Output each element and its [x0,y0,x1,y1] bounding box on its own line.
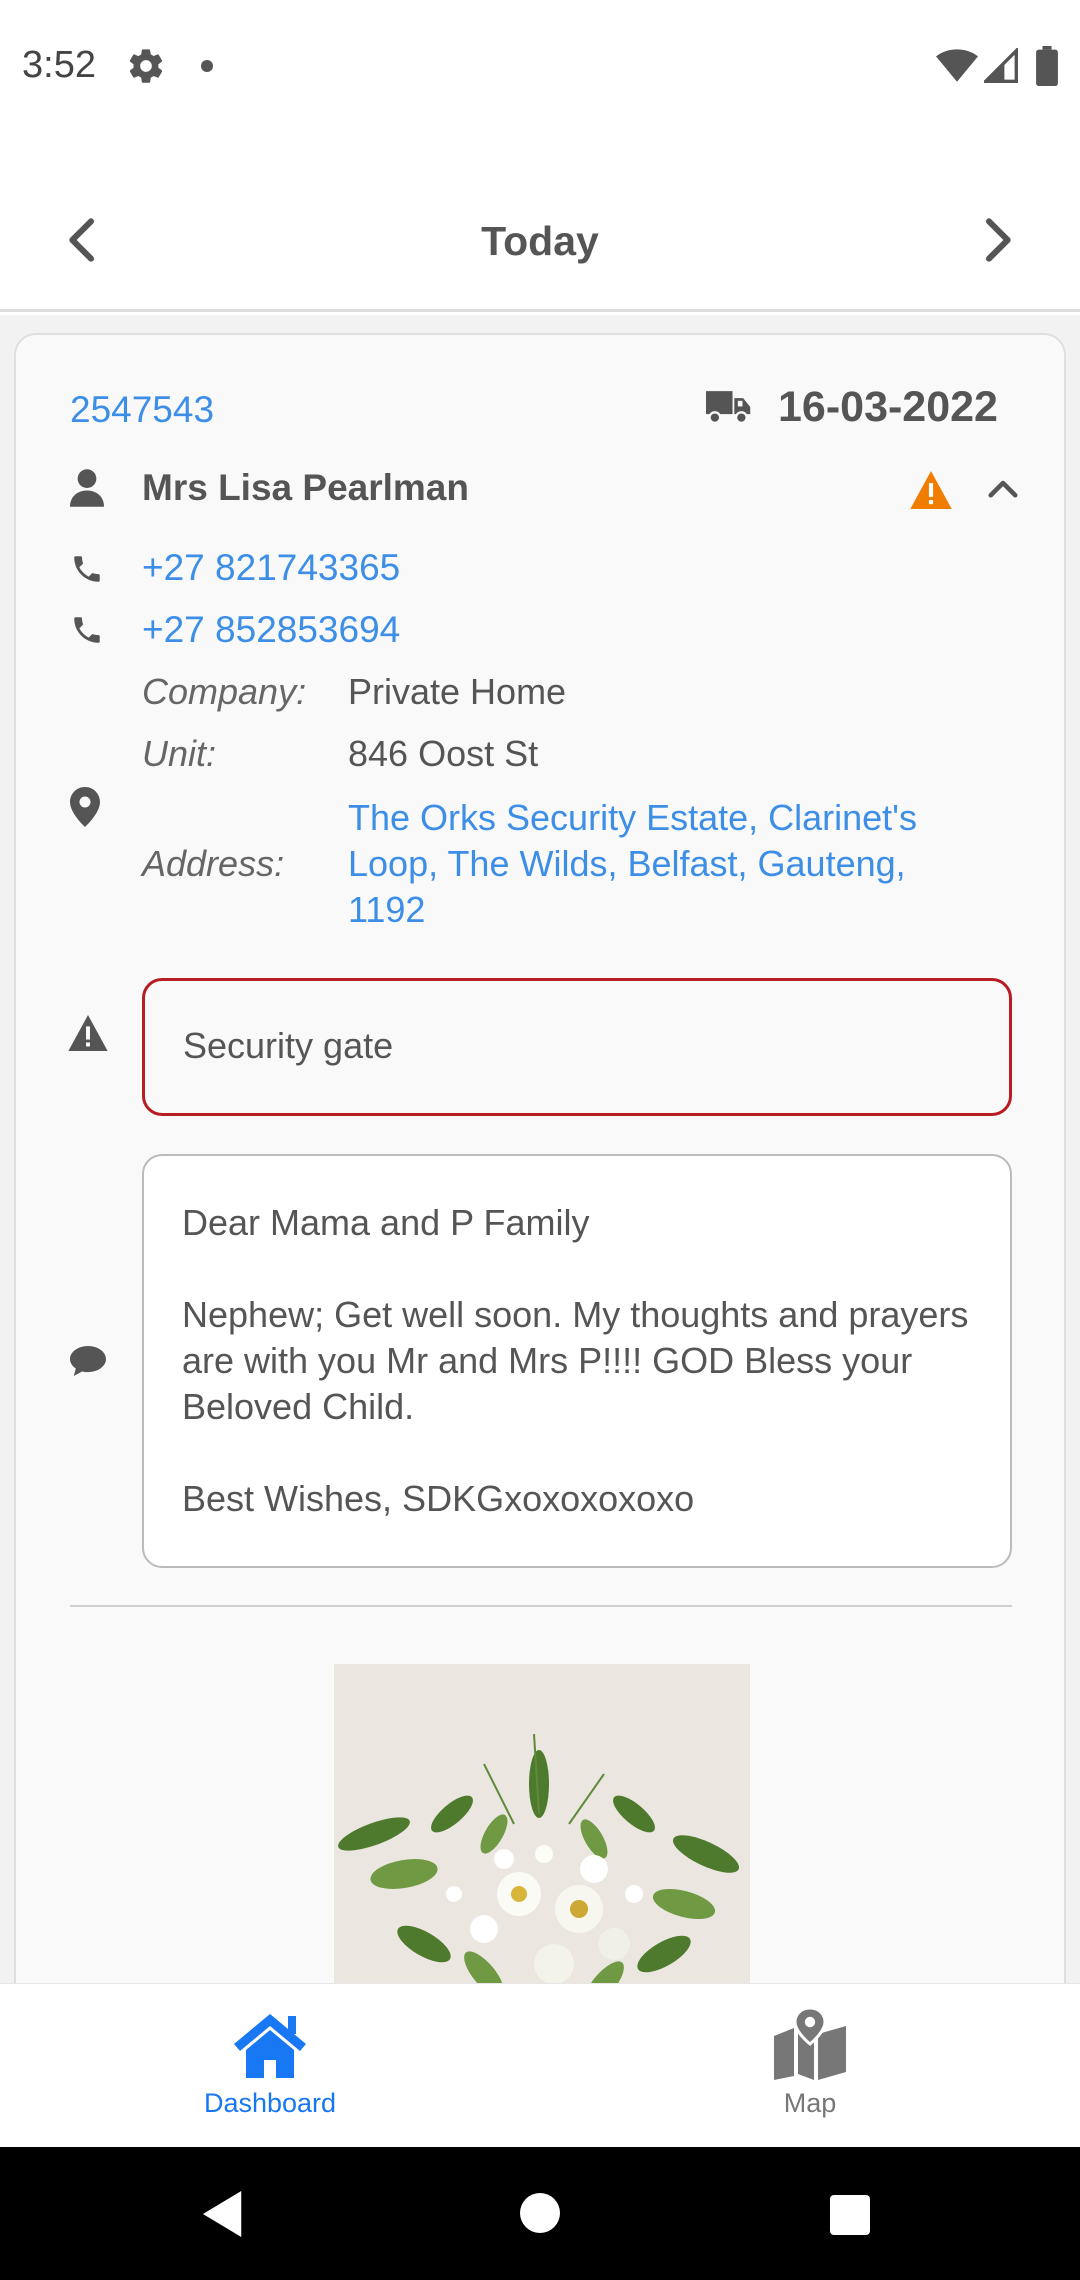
unit-label: Unit: [142,733,217,774]
gear-icon [129,49,163,83]
flower-bouquet-image [334,1664,750,1983]
wifi-icon [936,49,978,82]
address-link[interactable]: The Orks Security Estate, Clarinet's Loo… [348,795,988,933]
date-header: Today [0,170,1080,312]
notification-dot-icon [201,60,213,72]
phone-icon [74,617,100,643]
delivery-instruction-box: Security gate [142,978,1012,1116]
phone-icon [74,556,100,582]
home-button-icon[interactable] [520,2193,560,2233]
warning-icon [68,1015,108,1051]
page-title: Today [481,218,599,264]
nav-map[interactable]: Map [540,1984,1080,2148]
map-icon [774,2008,846,2080]
nav-map-label: Map [783,2088,837,2118]
phone-number-link[interactable]: +27 852853694 [142,609,400,651]
status-bar: 3:52 [0,0,1080,134]
nav-dashboard[interactable]: Dashboard [0,1984,540,2148]
warning-icon[interactable] [910,471,952,509]
battery-icon [1036,46,1058,86]
home-icon [234,2014,306,2078]
delivery-instruction-text: Security gate [183,1025,394,1066]
customer-name: Mrs Lisa Pearlman [142,467,469,508]
company-value: Private Home [348,671,567,712]
order-id-link[interactable]: 2547543 [70,389,214,431]
card-message-box: Dear Mama and P Family Nephew; Get well … [142,1154,1012,1568]
company-label: Company: [142,671,307,712]
bottom-navigation: Dashboard Map [0,1983,1080,2147]
system-navigation-bar [0,2147,1080,2280]
delivery-date: 16-03-2022 [778,383,998,431]
status-time: 3:52 [22,44,96,86]
chevron-right-icon[interactable] [968,212,1024,268]
chevron-up-icon[interactable] [982,469,1024,511]
order-card: 2547543 16-03-2022 Mrs Lisa Pearlman +27… [14,333,1066,1983]
content-area[interactable]: 2547543 16-03-2022 Mrs Lisa Pearlman +27… [0,315,1080,1983]
divider [70,1605,1012,1607]
back-icon[interactable] [202,2191,246,2237]
signal-icon [984,48,1018,83]
recents-icon[interactable] [830,2195,870,2235]
card-message-text: Dear Mama and P Family Nephew; Get well … [182,1202,969,1519]
person-icon [70,469,104,507]
address-label: Address: [142,843,285,884]
location-pin-icon [70,787,100,827]
nav-dashboard-label: Dashboard [203,2088,337,2118]
unit-value: 846 Oost St [348,733,539,774]
comment-icon [70,1346,106,1376]
product-image[interactable] [334,1664,750,1983]
truck-icon [706,391,751,425]
phone-number-link[interactable]: +27 821743365 [142,547,400,589]
